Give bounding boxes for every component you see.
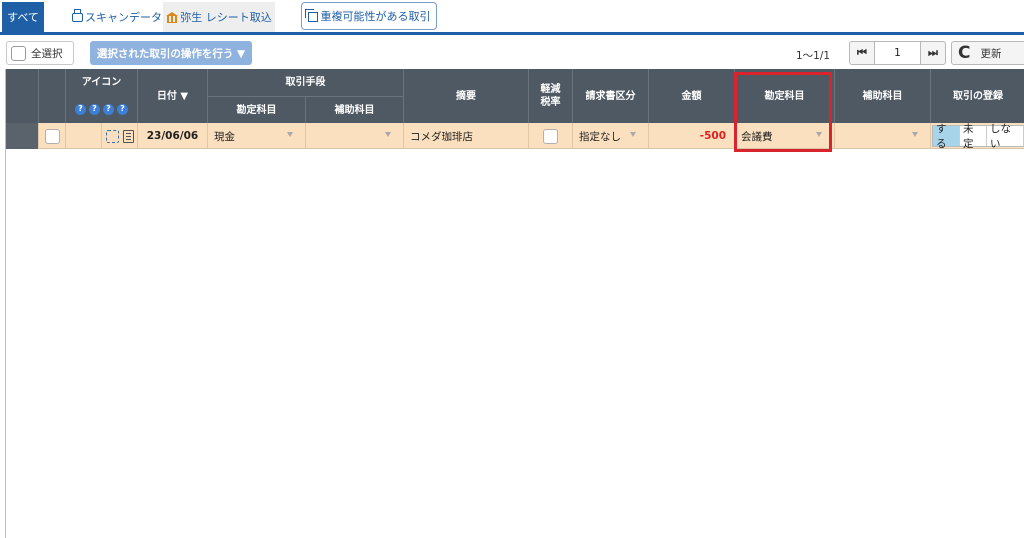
select-all-button[interactable]: 全選択 (6, 41, 74, 65)
refresh-icon: C (958, 42, 971, 63)
row-marker (6, 123, 39, 149)
row-amount[interactable]: -500 (649, 123, 735, 149)
refresh-button[interactable]: C 更新 (951, 41, 1024, 65)
duplicate-transactions-button[interactable]: 重複可能性がある取引 (301, 2, 437, 30)
header-reduced-tax-2: 税率 (540, 97, 561, 108)
header-icon: アイコン (66, 69, 138, 96)
duplicate-label: 重複可能性がある取引 (320, 10, 431, 23)
header-blank (6, 69, 39, 123)
row-checkbox[interactable] (44, 128, 60, 144)
register-yes-button[interactable]: する (933, 123, 960, 150)
toolbar: 全選択 選択された取引の操作を行う ▼ 1～1/1 ⏮ 1 ⏭ C 更新 (0, 38, 1024, 68)
header-payment-account: 勘定科目 (208, 96, 306, 123)
register-no-button[interactable]: しない (987, 123, 1024, 150)
help-icon[interactable]: ? (75, 104, 86, 115)
reduced-tax-checkbox[interactable] (543, 128, 558, 144)
account-value: 会議費 (741, 130, 773, 143)
invoice-value: 指定なし (579, 130, 621, 143)
table-row: 23/06/06 現金 コメダ珈琲店 指定なし -500 会議費 する 未定 し… (6, 123, 1024, 150)
register-toggle: する 未定 しない (931, 123, 1024, 150)
header-register: 取引の登録 (953, 90, 1003, 102)
tab-scan-label: スキャンデータ (85, 11, 162, 24)
dropdown-arrow-icon (816, 132, 822, 137)
select-all-checkbox[interactable] (11, 45, 26, 61)
header-invoice: 請求書区分 (573, 69, 649, 123)
dropdown-arrow-icon (287, 132, 293, 137)
header-reduced-tax-1: 軽減 (540, 84, 561, 95)
header-amount: 金額 (649, 69, 735, 123)
row-date: 23/06/06 (138, 123, 208, 149)
header-summary: 摘要 (404, 69, 529, 123)
invoice-select[interactable]: 指定なし (573, 123, 649, 149)
paging-info: 1～1/1 (796, 50, 831, 62)
pager: ⏮ 1 ⏭ (849, 41, 946, 65)
dropdown-arrow-icon (385, 132, 391, 137)
tab-yayoi-label: 弥生 レシート取込 (180, 11, 272, 24)
tab-all[interactable]: すべて (2, 2, 44, 32)
help-icon[interactable]: ? (117, 104, 128, 115)
table-header: アイコン ? ? ? ? 日付 ▼ 取引手段 勘定科目 補助科目 摘要 軽減 税… (6, 69, 1024, 123)
header-sub-account: 補助科目 (835, 69, 931, 123)
row-icons (102, 123, 138, 149)
help-icon[interactable]: ? (89, 104, 100, 115)
payment-account-select[interactable]: 現金 (208, 123, 306, 149)
scan-icon[interactable] (105, 129, 119, 143)
last-page-button[interactable]: ⏭ (921, 42, 945, 64)
header-payment-sub: 補助科目 (306, 96, 404, 123)
refresh-label: 更新 (980, 47, 1002, 60)
copy-icon (304, 9, 318, 22)
tab-yayoi-receipt[interactable]: 弥生 レシート取込 (163, 2, 275, 32)
header-payment: 取引手段 (208, 69, 404, 96)
header-reduced-tax: 軽減 税率 (529, 69, 573, 123)
page-number-input[interactable]: 1 (874, 42, 921, 64)
bulk-action-button[interactable]: 選択された取引の操作を行う ▼ (90, 41, 252, 65)
payment-account-value: 現金 (214, 130, 235, 143)
account-select[interactable]: 会議費 (735, 123, 835, 149)
header-account: 勘定科目 (735, 69, 835, 123)
payment-sub-select[interactable] (306, 123, 404, 149)
transaction-table: アイコン ? ? ? ? 日付 ▼ 取引手段 勘定科目 補助科目 摘要 軽減 税… (5, 69, 1024, 538)
row-summary[interactable]: コメダ珈琲店 (404, 123, 529, 149)
select-all-label: 全選択 (31, 47, 63, 60)
row-reduced-tax (529, 123, 573, 149)
bank-icon (166, 12, 179, 23)
row-select (39, 123, 66, 149)
help-icon[interactable]: ? (103, 104, 114, 115)
printer-icon (72, 8, 83, 22)
dropdown-arrow-icon (912, 132, 918, 137)
header-check (39, 69, 66, 123)
header-icon-help: ? ? ? ? (66, 96, 138, 123)
register-pending-button[interactable]: 未定 (960, 123, 987, 150)
dropdown-arrow-icon (630, 132, 636, 137)
tab-bar: すべて スキャンデータ 弥生 レシート取込 重複可能性がある取引 (0, 0, 1024, 35)
tab-all-label: すべて (7, 11, 39, 24)
tab-scan-data[interactable]: スキャンデータ (71, 2, 163, 32)
header-date[interactable]: 日付 ▼ (138, 69, 208, 123)
document-icon[interactable] (122, 129, 134, 143)
row-icon-empty (66, 123, 102, 149)
sub-account-select[interactable] (835, 123, 931, 149)
first-page-button[interactable]: ⏮ (850, 42, 874, 64)
